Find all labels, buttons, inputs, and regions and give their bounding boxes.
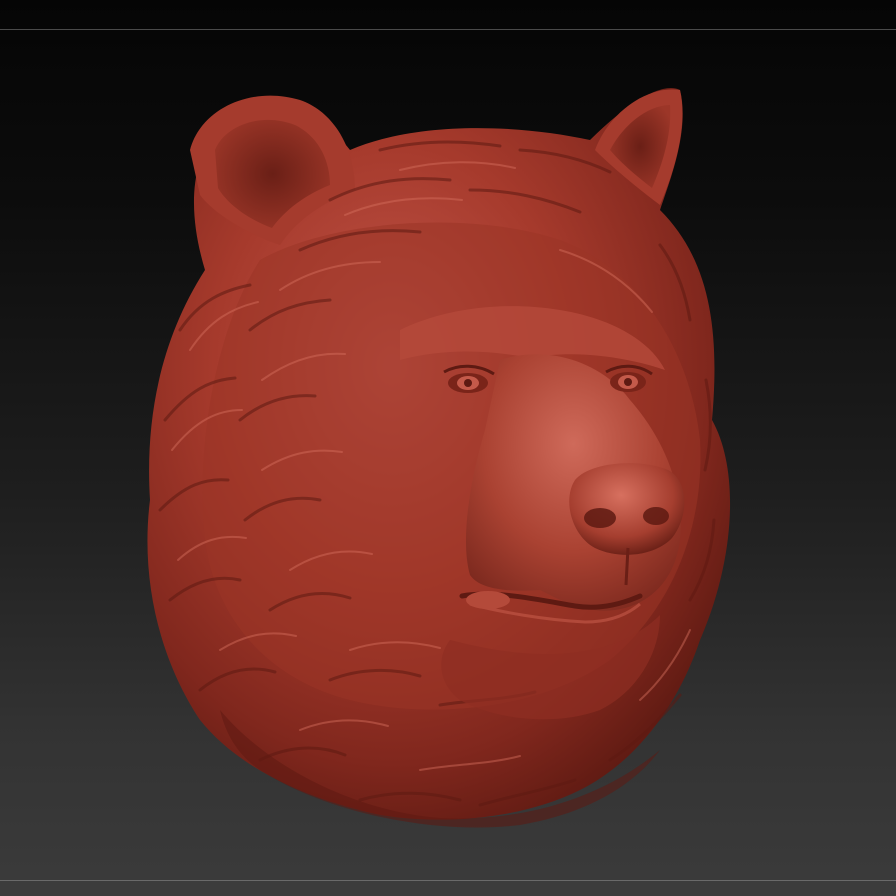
viewport-canvas[interactable] (0, 0, 896, 896)
viewport-bottom-bar (0, 881, 896, 896)
bear-head-model[interactable] (0, 0, 896, 896)
